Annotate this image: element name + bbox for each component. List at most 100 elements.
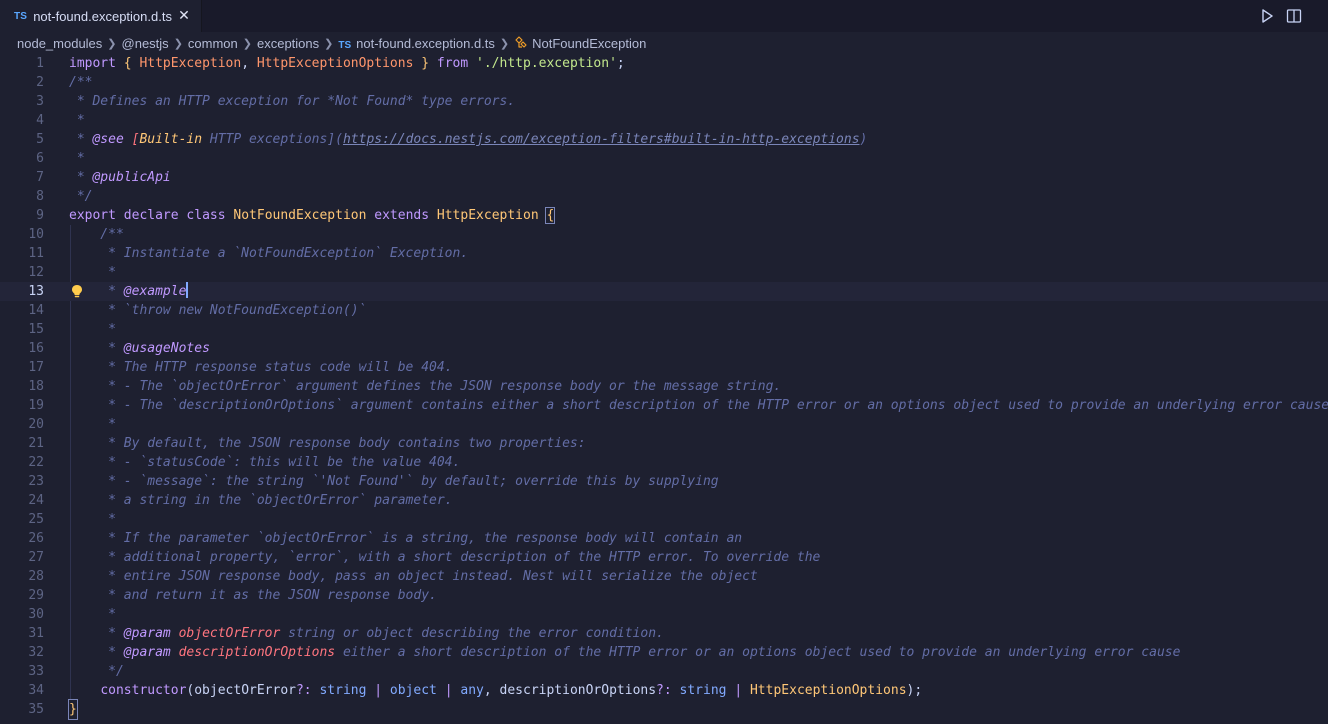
play-icon[interactable] — [1258, 7, 1276, 25]
class-symbol-icon — [515, 35, 527, 48]
code-line: 20 * — [0, 415, 1328, 434]
code-line: 14 * `throw new NotFoundException()` — [0, 301, 1328, 320]
code-line: 32 * @param descriptionOrOptions either … — [0, 643, 1328, 662]
line-number: 16 — [28, 341, 44, 356]
line-number: 33 — [28, 664, 44, 679]
breadcrumb-item-common[interactable]: common — [188, 36, 238, 51]
line-number: 32 — [28, 645, 44, 660]
tab-label: not-found.exception.d.ts — [33, 8, 172, 24]
code-line: 3 * Defines an HTTP exception for *Not F… — [0, 92, 1328, 111]
line-number: 28 — [28, 569, 44, 584]
line-number: 35 — [28, 702, 44, 717]
line-text: * — [69, 607, 116, 622]
typescript-file-icon: TS — [14, 10, 28, 22]
line-text: * - The `objectOrError` argument defines… — [69, 379, 782, 394]
line-number: 26 — [28, 531, 44, 546]
line-number: 27 — [28, 550, 44, 565]
breadcrumb-item-file[interactable]: TS not-found.exception.d.ts — [338, 36, 495, 51]
line-number: 19 — [28, 398, 44, 413]
code-line: 7 * @publicApi — [0, 168, 1328, 187]
code-line: 17 * The HTTP response status code will … — [0, 358, 1328, 377]
line-text: * — [69, 113, 85, 128]
line-number: 4 — [36, 113, 44, 128]
line-text: * — [69, 265, 116, 280]
breadcrumb-symbol-label: NotFoundException — [532, 35, 647, 51]
line-number: 24 — [28, 493, 44, 508]
line-number: 17 — [28, 360, 44, 375]
matched-bracket: } — [68, 699, 78, 720]
line-text: * The HTTP response status code will be … — [69, 360, 453, 375]
code-line: 6 * — [0, 149, 1328, 168]
line-text: * — [69, 322, 116, 337]
line-text: * — [69, 512, 116, 527]
line-text: * By default, the JSON response body con… — [69, 436, 586, 451]
line-number: 22 — [28, 455, 44, 470]
code-line: 5 * @see [Built-in HTTP exceptions](http… — [0, 130, 1328, 149]
code-editor[interactable]: 1 import { HttpException, HttpExceptionOp… — [0, 54, 1328, 724]
line-text: * additional property, `error`, with a s… — [69, 550, 821, 565]
breadcrumb-item-exceptions[interactable]: exceptions — [257, 36, 319, 51]
code-line: 8 */ — [0, 187, 1328, 206]
line-number: 34 — [28, 683, 44, 698]
line-number: 21 — [28, 436, 44, 451]
close-icon[interactable]: ✕ — [177, 8, 191, 22]
code-line: 23 * - `message`: the string `'Not Found… — [0, 472, 1328, 491]
tab-bar: TS not-found.exception.d.ts ✕ — [0, 0, 1328, 32]
code-line: 27 * additional property, `error`, with … — [0, 548, 1328, 567]
doc-link[interactable]: https://docs.nestjs.com/exception-filter… — [343, 132, 860, 147]
code-line: 30 * — [0, 605, 1328, 624]
breadcrumb-file-label: not-found.exception.d.ts — [356, 35, 495, 51]
tab-not-found-exception[interactable]: TS not-found.exception.d.ts ✕ — [0, 0, 202, 32]
line-text: * a string in the `objectOrError` parame… — [69, 493, 453, 508]
line-text: * @usageNotes — [69, 341, 210, 356]
line-number: 30 — [28, 607, 44, 622]
line-number: 3 — [36, 94, 44, 109]
code-line: 26 * If the parameter `objectOrError` is… — [0, 529, 1328, 548]
code-line: 1 import { HttpException, HttpExceptionOp… — [0, 54, 1328, 73]
code-line: 9 export declare class NotFoundException … — [0, 206, 1328, 225]
line-number: 25 — [28, 512, 44, 527]
line-text: * Defines an HTTP exception for *Not Fou… — [69, 94, 516, 109]
code-line: 31 * @param objectOrError string or obje… — [0, 624, 1328, 643]
breadcrumb: node_modules ❯ @nestjs ❯ common ❯ except… — [0, 33, 1328, 53]
line-text: * — [69, 417, 116, 432]
code-line: 24 * a string in the `objectOrError` par… — [0, 491, 1328, 510]
line-number: 20 — [28, 417, 44, 432]
line-text: * @param descriptionOrOptions either a s… — [69, 645, 1181, 660]
line-number: 23 — [28, 474, 44, 489]
line-number: 13 — [28, 284, 44, 299]
line-number: 10 — [28, 227, 44, 242]
code-line: 21 * By default, the JSON response body … — [0, 434, 1328, 453]
line-text: * @example — [69, 282, 189, 299]
code-line: 15 * — [0, 320, 1328, 339]
line-text: */ — [69, 664, 124, 679]
chevron-right-icon: ❯ — [324, 37, 334, 50]
code-line: 25 * — [0, 510, 1328, 529]
line-text: * `throw new NotFoundException()` — [69, 303, 367, 318]
code-line: 10 /** — [0, 225, 1328, 244]
code-line: 4 * — [0, 111, 1328, 130]
code-line: 33 */ — [0, 662, 1328, 681]
line-number: 7 — [36, 170, 44, 185]
breadcrumb-item-nestjs[interactable]: @nestjs — [122, 36, 169, 51]
line-number: 2 — [36, 75, 44, 90]
line-number: 11 — [28, 246, 44, 261]
line-text: /** — [69, 75, 93, 90]
line-number: 5 — [36, 132, 44, 147]
line-text: import { HttpException, HttpExceptionOpt… — [69, 56, 625, 71]
code-line: 12 * — [0, 263, 1328, 282]
line-number: 12 — [28, 265, 44, 280]
line-number: 31 — [28, 626, 44, 641]
line-text: /** — [69, 227, 124, 242]
line-text: * — [69, 151, 85, 166]
breadcrumb-item-node-modules[interactable]: node_modules — [17, 36, 102, 51]
line-text: * - `message`: the string `'Not Found'` … — [69, 474, 719, 489]
code-line: 19 * - The `descriptionOrOptions` argume… — [0, 396, 1328, 415]
line-text: * and return it as the JSON response bod… — [69, 588, 437, 603]
code-line: 2 /** — [0, 73, 1328, 92]
split-editor-icon[interactable] — [1285, 7, 1303, 25]
line-text: * @publicApi — [69, 170, 171, 185]
breadcrumb-item-symbol[interactable]: NotFoundException — [514, 36, 646, 51]
code-line: 34 constructor(objectOrError?: string | … — [0, 681, 1328, 700]
chevron-right-icon: ❯ — [173, 37, 183, 50]
